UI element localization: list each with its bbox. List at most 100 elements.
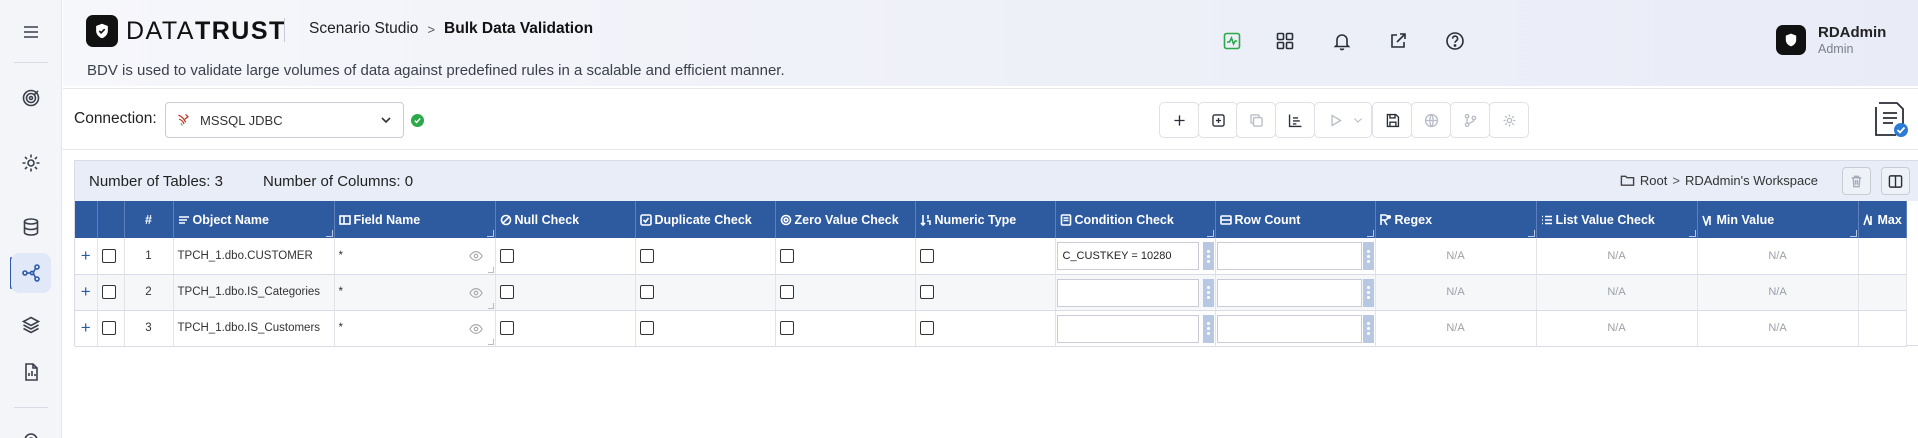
header-object-name[interactable]: Object Name — [173, 201, 335, 238]
table-row[interactable]: + 3 TPCH_1.dbo.IS_Customers * N/A N/A N/… — [75, 310, 1907, 347]
header-duplicate-check[interactable]: Duplicate Check — [635, 201, 776, 238]
run-button[interactable] — [1314, 102, 1372, 138]
expand-row-button[interactable]: + — [75, 310, 98, 347]
save-button[interactable] — [1372, 102, 1412, 138]
menu-icon[interactable] — [11, 12, 51, 52]
chart-button[interactable] — [1275, 102, 1315, 138]
row-select-checkbox[interactable] — [101, 321, 116, 335]
numeric-type-checkbox[interactable] — [919, 285, 934, 299]
connection-select[interactable]: MSSQL JDBC — [165, 102, 404, 138]
row-count-input[interactable] — [1216, 242, 1362, 270]
branch-button[interactable] — [1450, 102, 1490, 138]
layers-icon[interactable] — [11, 305, 51, 345]
globe-button[interactable] — [1411, 102, 1451, 138]
add-button[interactable] — [1159, 102, 1199, 138]
copy-icon — [1249, 113, 1263, 127]
row-number: 3 — [124, 310, 174, 347]
row-count-input[interactable] — [1216, 278, 1362, 307]
table-row[interactable]: + 2 TPCH_1.dbo.IS_Categories * N/A N/A N… — [75, 274, 1907, 311]
duplicate-check-checkbox[interactable] — [639, 285, 654, 299]
condition-check-input[interactable] — [1056, 314, 1199, 343]
eye-icon[interactable] — [468, 287, 483, 299]
apps-grid-icon[interactable] — [1272, 28, 1298, 54]
duplicate-check-cell — [635, 274, 776, 311]
gear-button[interactable] — [1489, 102, 1529, 138]
table-row[interactable]: + 1 TPCH_1.dbo.CUSTOMER * C_CUSTKEY = 10… — [75, 238, 1907, 275]
split-view-button[interactable] — [1881, 167, 1910, 195]
field-name-cell[interactable]: * — [334, 238, 496, 275]
object-name-cell: TPCH_1.dbo.CUSTOMER — [173, 238, 335, 275]
report-icon[interactable] — [11, 352, 51, 392]
add-box-button[interactable] — [1198, 102, 1238, 138]
header-min-value[interactable]: Min Value — [1697, 201, 1859, 238]
breadcrumb-separator: > — [427, 21, 436, 37]
condition-check-input[interactable]: C_CUSTKEY = 10280 — [1056, 242, 1199, 270]
eye-icon[interactable] — [468, 250, 483, 262]
delete-button[interactable] — [1842, 167, 1871, 195]
duplicate-check-checkbox[interactable] — [639, 321, 654, 335]
report-check-icon[interactable] — [1874, 100, 1910, 138]
header-max-value[interactable]: Max — [1858, 201, 1907, 238]
activity-icon[interactable] — [1219, 28, 1245, 54]
kebab-icon[interactable] — [1362, 314, 1374, 343]
workspace-path[interactable]: Root > RDAdmin's Workspace — [1620, 173, 1818, 188]
header-number[interactable]: # — [124, 201, 174, 238]
bell-icon[interactable] — [1329, 28, 1355, 54]
null-check-checkbox[interactable] — [499, 321, 514, 335]
kebab-icon[interactable] — [1362, 278, 1374, 307]
header-condition-check[interactable]: Condition Check — [1055, 201, 1216, 238]
gear-icon — [1503, 114, 1515, 126]
cloud-settings-icon[interactable] — [11, 418, 51, 438]
condition-check-input[interactable] — [1056, 278, 1199, 307]
expand-row-button[interactable]: + — [75, 274, 98, 311]
copy-button[interactable] — [1236, 102, 1276, 138]
globe-icon — [1424, 113, 1438, 127]
header-regex[interactable]: Regex — [1375, 201, 1537, 238]
regex-cell: N/A — [1375, 238, 1537, 275]
page-description: BDV is used to validate large volumes of… — [87, 62, 785, 79]
chevron-down-icon — [1354, 118, 1362, 123]
flow-icon[interactable] — [11, 253, 51, 293]
datatrust-logo[interactable]: DATATRUST — [86, 15, 286, 47]
breadcrumb-scenario-studio[interactable]: Scenario Studio — [309, 20, 418, 38]
list-icon — [178, 214, 190, 226]
table-header-row: # Object Name Field Name Null Check Dupl… — [75, 201, 1907, 238]
row-count-input[interactable] — [1216, 314, 1362, 343]
grid-summary-bar: Number of Tables: 3 Number of Columns: 0… — [75, 161, 1918, 201]
path-root[interactable]: Root — [1640, 173, 1667, 188]
duplicate-check-checkbox[interactable] — [639, 248, 654, 263]
kebab-icon[interactable] — [1202, 314, 1214, 343]
zero-value-checkbox[interactable] — [779, 285, 794, 299]
zero-value-checkbox[interactable] — [779, 321, 794, 335]
null-check-checkbox[interactable] — [499, 248, 514, 263]
row-select-checkbox[interactable] — [101, 285, 116, 299]
sort-numeric-icon — [919, 214, 932, 226]
expand-row-button[interactable]: + — [75, 238, 98, 275]
numeric-type-checkbox[interactable] — [919, 248, 934, 263]
path-workspace[interactable]: RDAdmin's Workspace — [1685, 173, 1818, 188]
null-check-checkbox[interactable] — [499, 285, 514, 299]
settings-icon[interactable] — [11, 143, 51, 183]
zero-value-checkbox[interactable] — [779, 248, 794, 263]
numeric-type-checkbox[interactable] — [919, 321, 934, 335]
help-icon[interactable] — [1442, 28, 1468, 54]
field-name-cell[interactable]: * — [334, 310, 496, 347]
external-link-icon[interactable] — [1385, 28, 1411, 54]
target-icon[interactable] — [11, 78, 51, 118]
eye-icon[interactable] — [468, 323, 483, 335]
field-name-cell[interactable]: * — [334, 274, 496, 311]
header-list-value-check[interactable]: List Value Check — [1536, 201, 1698, 238]
header-numeric-type[interactable]: Numeric Type — [915, 201, 1056, 238]
kebab-icon[interactable] — [1202, 242, 1214, 270]
user-menu[interactable]: RDAdmin Admin — [1776, 24, 1886, 56]
max-value-cell — [1858, 310, 1907, 347]
header-field-name[interactable]: Field Name — [334, 201, 496, 238]
header-null-check[interactable]: Null Check — [495, 201, 636, 238]
database-icon[interactable] — [11, 207, 51, 247]
kebab-icon[interactable] — [1362, 242, 1374, 270]
list-value-cell: N/A — [1536, 310, 1698, 347]
header-zero-value-check[interactable]: Zero Value Check — [775, 201, 916, 238]
row-select-checkbox[interactable] — [101, 248, 116, 263]
kebab-icon[interactable] — [1202, 278, 1214, 307]
header-row-count[interactable]: Row Count — [1215, 201, 1376, 238]
